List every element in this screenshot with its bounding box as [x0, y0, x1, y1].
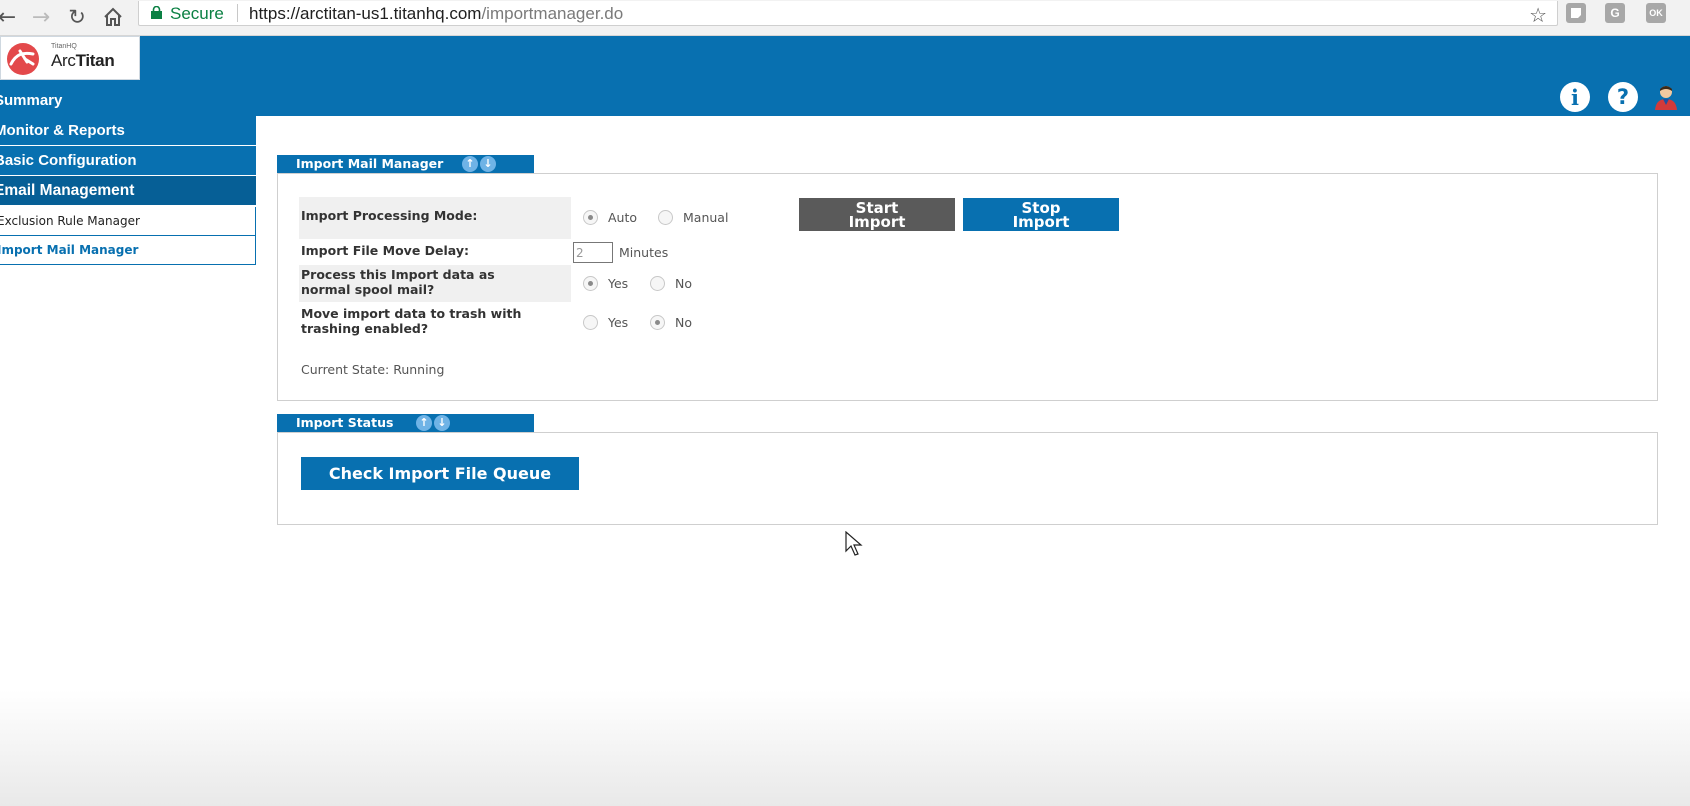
import-status-tab: Import Status ↑ ↓	[277, 414, 534, 432]
secure-label: Secure	[170, 4, 224, 23]
sidebar-item-monitor-reports[interactable]: Monitor & Reports	[0, 116, 256, 146]
check-import-file-queue-button[interactable]: Check Import File Queue	[301, 457, 579, 490]
trash-label-line1: Move import data to trash with	[301, 306, 522, 321]
back-arrow-icon[interactable]: ←	[0, 4, 20, 30]
reload-icon[interactable]: ↻	[64, 4, 90, 30]
panel-collapse-controls: ↑ ↓	[416, 415, 454, 431]
import-mail-manager-tab: Import Mail Manager ↑ ↓	[277, 155, 534, 173]
extension-g-icon[interactable]: G	[1605, 3, 1625, 23]
address-bar[interactable]: Secure https://arctitan-us1.titanhq.com/…	[138, 1, 1558, 27]
bottom-fade	[0, 690, 1690, 806]
sidebar-item-label: Email Management	[0, 182, 135, 199]
arrow-up-icon[interactable]: ↑	[462, 156, 478, 172]
panel-collapse-controls: ↑ ↓	[462, 156, 500, 172]
file-move-delay-label: Import File Move Delay:	[301, 243, 469, 258]
processing-mode-label: Import Processing Mode:	[301, 208, 478, 223]
logo-brand-text: ArcTitan	[51, 51, 115, 71]
mouse-cursor-icon	[845, 531, 863, 556]
logo-brand-light: Arc	[51, 51, 76, 70]
sidebar-subitem-import-mail-manager[interactable]: Import Mail Manager	[0, 236, 256, 265]
trash-no-label: No	[675, 315, 692, 330]
processing-mode-manual-radio[interactable]	[658, 210, 673, 225]
trash-yes-label: Yes	[608, 315, 629, 330]
spool-mail-no-label: No	[675, 276, 692, 291]
arrow-down-icon[interactable]: ↓	[434, 415, 450, 431]
file-move-delay-unit: Minutes	[619, 245, 669, 260]
spool-mail-yes-radio[interactable]	[583, 276, 598, 291]
processing-mode-auto-radio[interactable]	[583, 210, 598, 225]
panel-title: Import Mail Manager	[296, 156, 444, 171]
trash-label: Move import data to trash with trashing …	[301, 306, 521, 336]
logo-company-text: TitanHQ	[51, 43, 77, 50]
trash-no-radio[interactable]	[650, 315, 665, 330]
sidebar-item-label: Basic Configuration	[0, 152, 137, 169]
sidebar-item-label: Monitor & Reports	[0, 122, 125, 139]
sidebar-item-label: Summary	[0, 92, 63, 109]
help-icon[interactable]: ?	[1608, 82, 1638, 112]
lock-icon	[151, 6, 162, 19]
info-icon[interactable]: i	[1560, 82, 1590, 112]
app-header: TitanHQ ArcTitan i ?	[0, 36, 1690, 116]
start-import-line2: Import	[848, 213, 906, 231]
titan-logo-mark-icon	[7, 43, 39, 75]
processing-mode-auto-label: Auto	[608, 210, 638, 225]
panel-title: Import Status	[296, 415, 394, 430]
stop-import-line2: Import	[1012, 213, 1070, 231]
arrow-up-icon[interactable]: ↑	[416, 415, 432, 431]
extension-icon[interactable]	[1566, 3, 1586, 23]
spool-mail-label: Process this Import data as normal spool…	[301, 267, 495, 297]
stop-import-button[interactable]: Stop Import	[963, 198, 1119, 231]
spool-mail-yes-label: Yes	[608, 276, 629, 291]
home-icon[interactable]	[100, 4, 126, 30]
spool-mail-no-radio[interactable]	[650, 276, 665, 291]
processing-mode-manual-label: Manual	[683, 210, 729, 225]
url-text[interactable]: https://arctitan-us1.titanhq.com/importm…	[249, 4, 623, 24]
user-profile-icon[interactable]	[1652, 83, 1680, 111]
current-state-text: Current State: Running	[301, 362, 445, 377]
trash-label-line2: trashing enabled?	[301, 321, 429, 336]
bookmark-star-icon[interactable]: ☆	[1529, 3, 1547, 27]
sidebar-subitem-exclusion-rule-manager[interactable]: Exclusion Rule Manager	[0, 207, 256, 236]
logo-brand-bold: Titan	[75, 51, 115, 70]
sidebar-item-basic-configuration[interactable]: Basic Configuration	[0, 146, 256, 176]
arrow-down-icon[interactable]: ↓	[480, 156, 496, 172]
extension-ok-icon[interactable]: OK	[1646, 3, 1666, 23]
sidebar-subitem-label: Import Mail Manager	[0, 243, 139, 257]
arctitan-logo[interactable]: TitanHQ ArcTitan	[0, 36, 140, 80]
start-import-button[interactable]: Start Import	[799, 198, 955, 231]
sidebar-item-email-management[interactable]: Email Management	[0, 176, 256, 206]
spool-mail-label-line2: normal spool mail?	[301, 282, 435, 297]
sidebar-item-summary[interactable]: Summary	[0, 86, 140, 116]
trash-yes-radio[interactable]	[583, 315, 598, 330]
url-path: /importmanager.do	[481, 4, 624, 23]
browser-toolbar: ← → ↻ Secure https://arctitan-us1.titanh…	[0, 0, 1690, 36]
file-move-delay-input[interactable]	[573, 242, 613, 263]
sidebar-subitem-label: Exclusion Rule Manager	[0, 214, 140, 228]
url-separator	[237, 4, 238, 22]
url-host: https://arctitan-us1.titanhq.com	[249, 4, 482, 23]
spool-mail-label-line1: Process this Import data as	[301, 267, 495, 282]
forward-arrow-icon[interactable]: →	[28, 4, 54, 30]
